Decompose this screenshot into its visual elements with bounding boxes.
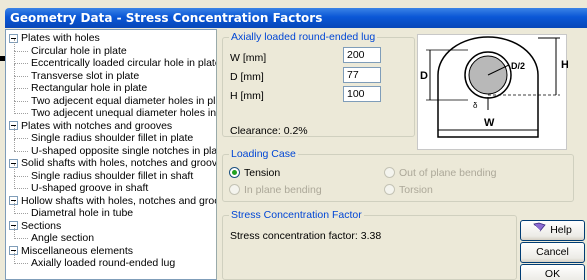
dialog-window: Geometry Data - Stress Concentration Fac… [0,0,587,280]
tree-connector [14,188,28,189]
tree-item[interactable]: Angle section [31,232,94,244]
diagram-label-h: H [561,59,568,71]
tree-item[interactable]: Rectangular hole in plate [31,82,147,94]
tree-item[interactable]: Eccentrically loaded circular hole in pl… [31,57,216,69]
tree-connector [14,201,15,214]
cancel-button[interactable]: Cancel [520,242,585,263]
tree-item[interactable]: Two adjecent unequal diameter holes in p… [31,107,216,119]
tree-connector [14,238,28,239]
h-label: H [mm] [230,90,264,102]
tree-connector [14,63,15,76]
lug-diagram: H D D/2 W δ [417,34,569,150]
tree-category[interactable]: Miscellaneous elements [21,245,133,257]
tree-connector [14,175,28,177]
tree-connector [14,138,28,139]
out-of-plane-label[interactable]: Out of plane bending [399,167,497,179]
tree-item[interactable]: Transverse slot in plate [31,70,139,82]
tree-category[interactable]: Hollow shafts with holes, notches and gr… [21,195,216,207]
tree-item[interactable]: Two adjecent equal diameter holes in pla… [31,95,216,107]
help-book-icon [533,221,546,240]
tree-item[interactable]: U-shaped groove in shaft [31,182,148,194]
tree-connector [14,100,28,102]
geometry-group-label: Axially loaded round-ended lug [229,31,378,43]
w-input[interactable]: 200 [343,47,381,63]
ok-label: OK [544,268,561,280]
tree-connector [14,113,28,114]
cancel-label: Cancel [536,246,569,258]
in-plane-label[interactable]: In plane bending [244,184,322,196]
tree-item[interactable]: Single radius shoulder fillet in shaft [31,170,193,182]
diagram-label-delta: δ [473,101,478,110]
clearance-text: Clearance: 0.2% [230,125,308,137]
h-input[interactable]: 100 [343,86,381,102]
tree-connector [14,50,28,52]
tree-item[interactable]: Circular hole in plate [31,45,127,57]
tree-connector [14,76,15,89]
radio-selected-dot [232,170,237,175]
out-of-plane-radio[interactable] [384,167,395,178]
help-button[interactable]: Help [520,220,585,241]
tree-category[interactable]: Plates with notches and grooves [21,120,172,132]
tree-category[interactable]: Sections [21,220,61,232]
tree-item[interactable]: Axially loaded round-ended lug [31,257,175,269]
diagram-label-w: W [484,117,495,129]
d-label: D [mm] [230,71,264,83]
tree-item[interactable]: U-shaped opposite single notches in plat… [31,145,216,157]
tree-connector [14,163,15,176]
tree-connector [14,38,15,51]
tree-connector [14,138,15,151]
tree-connector [14,51,15,64]
stress-factor-label: Stress Concentration Factor [229,209,364,221]
title-bar[interactable]: Geometry Data - Stress Concentration Fac… [5,8,587,28]
tree-item[interactable]: Single radius shoulder fillet in plate [31,132,193,144]
d-input[interactable]: 77 [343,67,381,83]
help-label: Help [550,224,572,236]
tree-category[interactable]: Solid shafts with holes, notches and gro… [21,157,216,169]
stress-factor-result: Stress concentration factor: 3.38 [230,230,382,242]
diagram-label-d2: D/2 [511,61,525,71]
tree-item[interactable]: Diametral hole in tube [31,207,133,219]
lug-diagram-svg: H D D/2 W δ [420,36,569,138]
tree-connector [14,101,15,114]
tree-connector [14,263,28,264]
loading-case-label: Loading Case [229,148,298,160]
tension-label[interactable]: Tension [244,167,280,179]
ok-button[interactable]: OK [520,264,585,280]
diagram-label-d: D [420,70,428,82]
tree-connector [14,75,28,77]
tree-connector [14,88,15,101]
tree-connector [14,226,15,239]
tension-radio[interactable] [229,167,240,178]
in-plane-radio[interactable] [229,184,240,195]
tree-connector [14,88,28,89]
window-title: Geometry Data - Stress Concentration Fac… [10,11,323,25]
tree-category[interactable]: Plates with holes [21,32,100,44]
torsion-label[interactable]: Torsion [399,184,433,196]
tree-connector [14,150,28,152]
w-label: W [mm] [230,52,267,64]
stress-factor-group: Stress Concentration Factor [222,209,517,280]
tree-connector [14,213,28,214]
tree-connector [14,63,28,64]
tree-connector [14,126,15,139]
category-tree[interactable]: Plates with holes Circular hole in plate E… [5,29,217,280]
tree-connector [14,251,15,264]
torsion-radio[interactable] [384,184,395,195]
tree-connector [14,176,15,189]
